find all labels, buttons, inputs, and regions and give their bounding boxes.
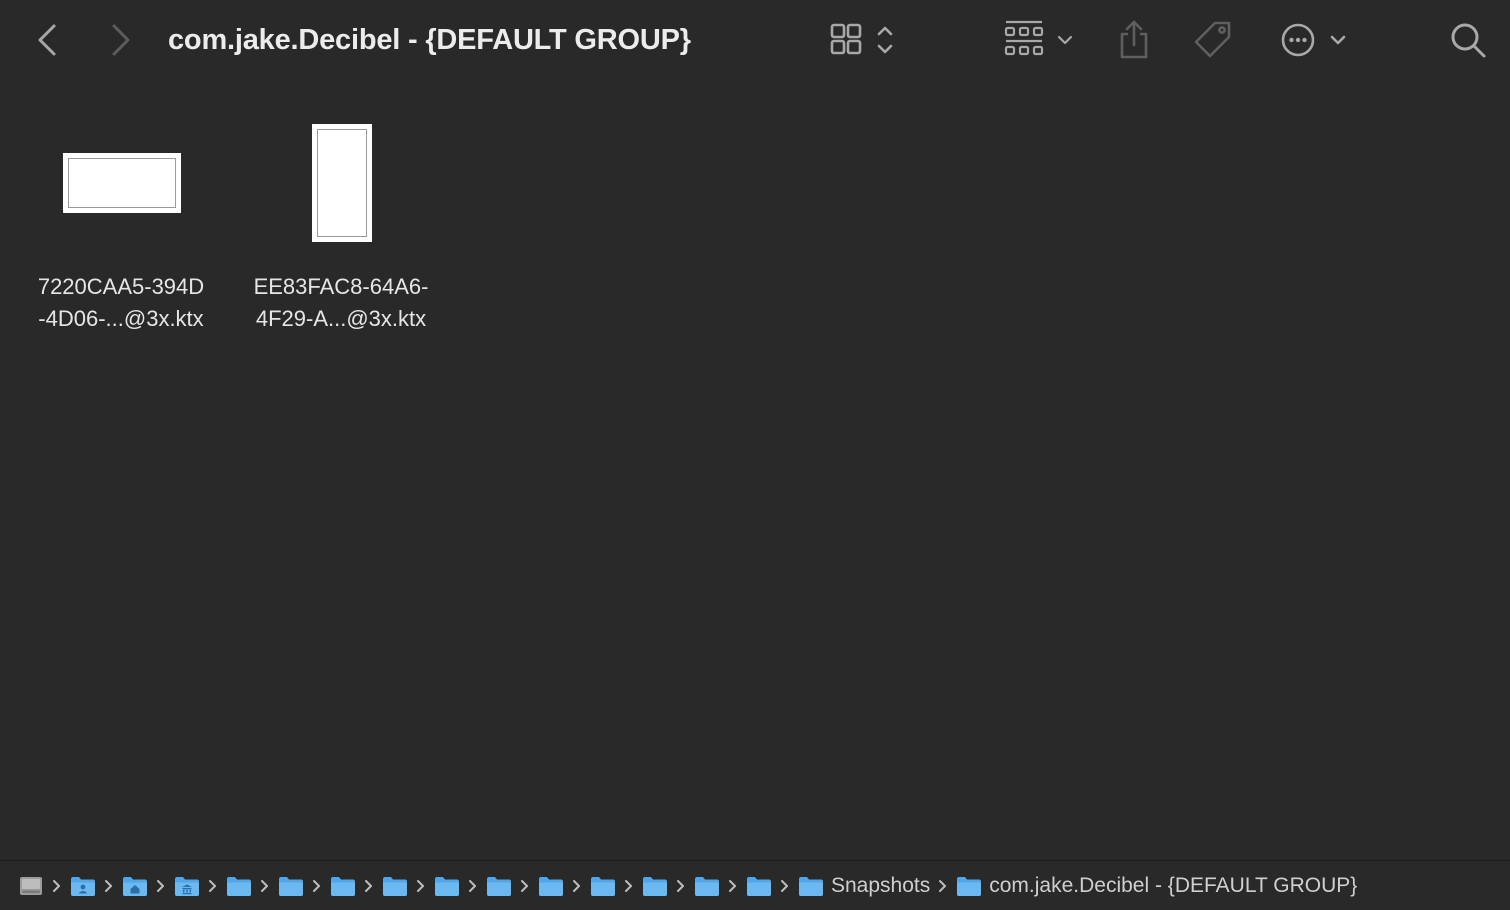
path-crumb[interactable] bbox=[278, 871, 304, 901]
file-thumbnail bbox=[63, 153, 181, 213]
view-mode-button[interactable] bbox=[826, 18, 906, 62]
file-thumbnail-area bbox=[16, 120, 226, 245]
path-crumb-label: com.jake.Decibel - {DEFAULT GROUP} bbox=[989, 873, 1358, 897]
chevron-right-icon bbox=[356, 879, 382, 893]
chevron-right-icon bbox=[148, 879, 174, 893]
search-icon bbox=[1451, 23, 1486, 58]
path-crumb[interactable] bbox=[18, 871, 44, 901]
folder-icon bbox=[956, 875, 982, 897]
file-name-line: -4D06-...@3x.ktx bbox=[38, 306, 204, 331]
file-item[interactable]: EE83FAC8-64A6- 4F29-A...@3x.ktx bbox=[236, 120, 446, 335]
path-crumb[interactable] bbox=[122, 871, 148, 901]
chevron-right-icon bbox=[44, 879, 70, 893]
share-button[interactable] bbox=[1114, 18, 1154, 62]
file-name-line: 7220CAA5-394D bbox=[37, 274, 205, 299]
path-crumb[interactable] bbox=[226, 871, 252, 901]
back-button[interactable] bbox=[28, 20, 68, 60]
chevron-right-icon bbox=[564, 879, 590, 893]
path-bar: Snapshots com.jake.Decibel - {DEFAULT GRO… bbox=[0, 860, 1510, 910]
path-crumb[interactable] bbox=[486, 871, 512, 901]
chevron-right-icon bbox=[460, 879, 486, 893]
chevron-right-icon bbox=[200, 879, 226, 893]
chevron-right-icon bbox=[252, 879, 278, 893]
path-crumb[interactable] bbox=[746, 871, 772, 901]
action-menu-button[interactable] bbox=[1276, 18, 1356, 62]
toolbar: com.jake.Decibel - {DEFAULT GROUP} bbox=[0, 0, 1510, 80]
chevron-right-icon bbox=[772, 879, 798, 893]
folder-icon bbox=[382, 875, 408, 897]
share-icon bbox=[1120, 20, 1148, 59]
folder-icon bbox=[434, 875, 460, 897]
file-name-line: 4F29-A...@3x.ktx bbox=[255, 306, 427, 331]
chevron-right-icon bbox=[720, 879, 746, 893]
file-browser-area[interactable]: 7220CAA5-394D -4D06-...@3x.ktx EE83FAC8-… bbox=[0, 80, 1510, 860]
folder-icon bbox=[746, 875, 772, 897]
path-crumb[interactable] bbox=[434, 871, 460, 901]
chevron-right-icon bbox=[512, 879, 538, 893]
finder-window: com.jake.Decibel - {DEFAULT GROUP} 7220C… bbox=[0, 0, 1510, 910]
ellipsis-circle-icon bbox=[1281, 23, 1346, 57]
file-name: EE83FAC8-64A6- 4F29-A...@3x.ktx bbox=[236, 271, 446, 335]
icon-grid-icon bbox=[830, 23, 893, 55]
tag-icon bbox=[1194, 21, 1231, 58]
file-item[interactable]: 7220CAA5-394D -4D06-...@3x.ktx bbox=[16, 120, 226, 335]
chevron-right-icon bbox=[96, 879, 122, 893]
path-crumb[interactable] bbox=[330, 871, 356, 901]
folder-icon bbox=[590, 875, 616, 897]
hard-drive-icon bbox=[18, 874, 44, 898]
chevron-right-icon bbox=[408, 879, 434, 893]
path-crumb[interactable] bbox=[174, 871, 200, 901]
path-crumb[interactable]: com.jake.Decibel - {DEFAULT GROUP} bbox=[956, 871, 1357, 901]
tags-button[interactable] bbox=[1190, 18, 1236, 62]
group-grid-icon bbox=[1004, 20, 1073, 56]
path-crumb[interactable] bbox=[538, 871, 564, 901]
path-crumb[interactable] bbox=[694, 871, 720, 901]
path-crumb[interactable] bbox=[590, 871, 616, 901]
file-name: 7220CAA5-394D -4D06-...@3x.ktx bbox=[16, 271, 226, 335]
path-crumb-label: Snapshots bbox=[831, 873, 931, 897]
chevron-right-icon bbox=[616, 879, 642, 893]
home-folder-icon bbox=[122, 875, 148, 897]
library-folder-icon bbox=[174, 875, 200, 897]
chevron-right-icon bbox=[668, 879, 694, 893]
chevron-right-icon bbox=[304, 879, 330, 893]
path-crumb[interactable] bbox=[382, 871, 408, 901]
chevron-right-icon bbox=[112, 24, 130, 56]
path-crumb[interactable] bbox=[70, 871, 96, 901]
folder-icon bbox=[226, 875, 252, 897]
user-folder-icon bbox=[70, 875, 96, 897]
folder-icon bbox=[486, 875, 512, 897]
folder-icon bbox=[538, 875, 564, 897]
forward-button[interactable] bbox=[100, 20, 140, 60]
file-name-line: EE83FAC8-64A6- bbox=[253, 274, 429, 299]
chevron-right-icon bbox=[930, 879, 956, 893]
path-crumb[interactable]: Snapshots bbox=[798, 871, 930, 901]
folder-icon bbox=[798, 875, 824, 897]
folder-icon bbox=[330, 875, 356, 897]
search-button[interactable] bbox=[1446, 18, 1490, 62]
chevron-left-icon bbox=[38, 24, 56, 56]
group-by-button[interactable] bbox=[1000, 18, 1080, 62]
folder-icon bbox=[278, 875, 304, 897]
file-thumbnail bbox=[312, 124, 372, 242]
path-crumb[interactable] bbox=[642, 871, 668, 901]
window-title: com.jake.Decibel - {DEFAULT GROUP} bbox=[168, 24, 691, 56]
file-thumbnail-area bbox=[236, 120, 446, 245]
folder-icon bbox=[694, 875, 720, 897]
folder-icon bbox=[642, 875, 668, 897]
